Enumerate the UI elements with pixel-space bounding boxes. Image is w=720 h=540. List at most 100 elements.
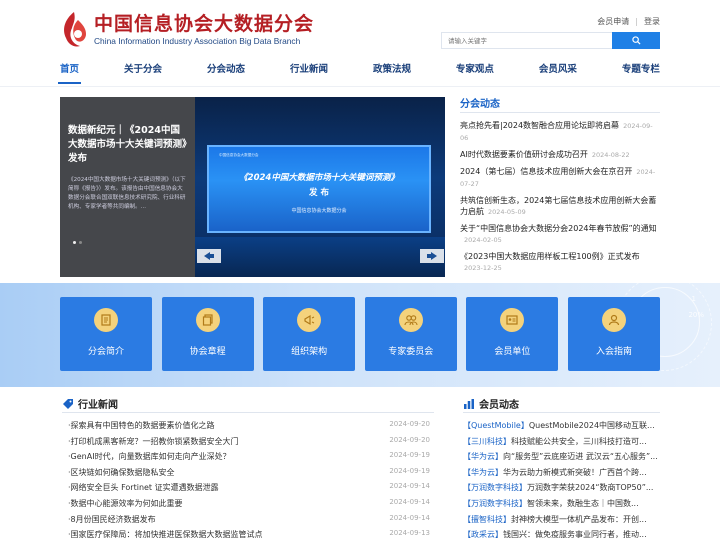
member-tag[interactable]: 【政采云】: [463, 530, 503, 539]
news-title[interactable]: 万润数字荣获2024“数商TOP50”...: [527, 483, 653, 492]
nav-special[interactable]: 专题专栏: [612, 58, 670, 86]
nav-branch-news[interactable]: 分会动态: [197, 58, 255, 86]
nav-member[interactable]: 会员风采: [529, 58, 587, 86]
member-tag[interactable]: 【三川科技】: [463, 437, 511, 446]
industry-news-title[interactable]: 行业新闻: [78, 396, 118, 411]
branch-news-list: 亮点抢先看|2024数智融合应用论坛即将启幕 2024-09-06 AI时代数据要…: [460, 120, 660, 279]
list-item[interactable]: 【华为云】向“服务型”云底座迈进 武汉云“五心服务”...: [463, 451, 663, 467]
screen-header: 中国信息协会大数据分会: [219, 153, 259, 157]
nav-policy[interactable]: 政策法规: [363, 58, 421, 86]
list-item[interactable]: 亮点抢先看|2024数智融合应用论坛即将启幕 2024-09-06: [460, 120, 660, 144]
news-title[interactable]: 智领未来，数融生态｜中国数...: [527, 499, 639, 508]
list-item[interactable]: 【万润数字科技】万润数字荣获2024“数商TOP50”...: [463, 482, 663, 498]
list-item[interactable]: 共筑信创新生态，2024第七届信息技术应用创新大会蓄力启航 2024-05-09: [460, 195, 660, 218]
logo-flame-icon: [58, 10, 90, 50]
list-item[interactable]: ·打印机成黑客新宠？一招教你锁紧数据安全大门 2024-09-20: [68, 436, 430, 452]
nav-divider: [0, 86, 720, 87]
news-title[interactable]: 《2023中国大数据应用样板工程100例》正式发布: [460, 252, 640, 261]
list-item[interactable]: ·网络安全巨头 Fortinet 证实遭遇数据泄露 2024-09-14: [68, 482, 430, 498]
carousel-prev-button[interactable]: [197, 249, 221, 263]
list-item[interactable]: ·探索具有中国特色的数据要素价值化之路 2024-09-20: [68, 420, 430, 436]
card-expert-committee[interactable]: 专家委员会: [364, 297, 457, 371]
list-item[interactable]: 2024（第七届）信息技术应用创新大会在京召开 2024-07-27: [460, 166, 660, 190]
list-item[interactable]: 【华为云】华为云助力新模式新突破！广西首个跨...: [463, 467, 663, 483]
list-item[interactable]: ·8月份国民经济数据发布 2024-09-14: [68, 514, 430, 530]
news-title[interactable]: ·打印机成黑客新宠？一招教你锁紧数据安全大门: [68, 436, 239, 452]
news-title[interactable]: AI时代数据要素价值研讨会成功召开: [460, 150, 588, 159]
banner-title[interactable]: 数据新纪元｜《2024中国大数据市场十大关键词预测》发布: [68, 124, 187, 166]
carousel-dots[interactable]: [73, 241, 82, 244]
news-title[interactable]: 向“服务型”云底座迈进 武汉云“五心服务”...: [503, 452, 658, 461]
list-item[interactable]: 【QuestMobile】QuestMobile2024中国移动互联...: [463, 420, 663, 436]
list-item[interactable]: ·国家医疗保障局：将加快推进医保数据大数据监管试点 2024-09-13: [68, 529, 430, 540]
news-title[interactable]: ·探索具有中国特色的数据要素价值化之路: [68, 420, 215, 436]
banner-image[interactable]: 中国信息协会大数据分会 《2024中国大数据市场十大关键词预测》 发 布 中国信…: [195, 97, 445, 277]
news-title[interactable]: 科技赋能公共安全，三川科技打造可...: [511, 437, 647, 446]
banner-desc: 《2024中国大数据市场十大关键词预测》（以下简称《报告》）发布。该报告由中国信…: [68, 177, 186, 210]
card-member-units[interactable]: 会员单位: [466, 297, 559, 371]
carousel-dot[interactable]: [73, 241, 76, 244]
member-news-title[interactable]: 会员动态: [479, 396, 519, 411]
card-join-guide[interactable]: 入会指南: [567, 297, 660, 371]
list-item[interactable]: 关于“中国信息协会大数据分会2024年春节放假”的通知 2024-02-05: [460, 223, 660, 246]
news-title[interactable]: ·国家医疗保障局：将加快推进医保数据大数据监管试点: [68, 529, 263, 540]
member-tag[interactable]: 【万润数字科技】: [463, 483, 527, 492]
site-logo[interactable]: 中国信息协会大数据分会 China Information Industry A…: [58, 10, 314, 50]
list-item[interactable]: ·GenAI时代，向量数据库如何走向产业深处？ 2024-09-19: [68, 451, 430, 467]
industry-news-header: 行业新闻: [62, 395, 434, 413]
news-title[interactable]: 钱国兴：做免疫服务事业同行者，推动...: [503, 530, 647, 539]
news-title[interactable]: 2024（第七届）信息技术应用创新大会在京召开: [460, 167, 632, 176]
member-news-list: 【QuestMobile】QuestMobile2024中国移动互联... 【三…: [463, 420, 663, 540]
branch-news-title[interactable]: 分会动态: [460, 99, 500, 110]
member-tag[interactable]: 【QuestMobile】: [463, 421, 529, 430]
news-title[interactable]: ·数据中心能源效率为何如此重要: [68, 498, 183, 514]
news-title[interactable]: ·区块链如何确保数据隐私安全: [68, 467, 175, 483]
list-item[interactable]: 【擅智科技】封神榜大模型一体机产品发布：开创...: [463, 514, 663, 530]
nav-expert[interactable]: 专家观点: [446, 58, 504, 86]
list-item[interactable]: AI时代数据要素价值研讨会成功召开 2024-08-22: [460, 149, 660, 161]
member-tag[interactable]: 【华为云】: [463, 468, 503, 477]
news-title[interactable]: ·GenAI时代，向量数据库如何走向产业深处？: [68, 451, 231, 467]
news-date: 2024-02-05: [464, 236, 502, 244]
news-title[interactable]: 亮点抢先看|2024数智融合应用论坛即将启幕: [460, 121, 619, 130]
list-item[interactable]: 【政采云】钱国兴：做免疫服务事业同行者，推动...: [463, 529, 663, 540]
card-org-structure[interactable]: 组织架构: [263, 297, 356, 371]
news-date: 2024-09-19: [389, 466, 430, 475]
stage-floor: [195, 237, 445, 277]
member-tag[interactable]: 【华为云】: [463, 452, 503, 461]
news-date: 2024-08-22: [591, 151, 630, 159]
news-date: 2024-05-09: [488, 208, 526, 216]
nav-about[interactable]: 关于分会: [114, 58, 172, 86]
list-item[interactable]: 【三川科技】科技赋能公共安全，三川科技打造可...: [463, 436, 663, 452]
card-intro[interactable]: 分会简介: [60, 297, 152, 371]
banner-carousel[interactable]: 数据新纪元｜《2024中国大数据市场十大关键词预测》发布 《2024中国大数据市…: [60, 97, 445, 277]
news-title[interactable]: QuestMobile2024中国移动互联...: [529, 421, 655, 430]
news-title[interactable]: ·网络安全巨头 Fortinet 证实遭遇数据泄露: [68, 482, 219, 498]
member-news-header: 会员动态: [463, 395, 660, 413]
news-title[interactable]: 华为云助力新模式新突破！广西首个跨...: [503, 468, 647, 477]
list-item[interactable]: 《2023中国大数据应用样板工程100例》正式发布 2023-12-25: [460, 251, 660, 274]
carousel-dot[interactable]: [79, 241, 82, 244]
list-item[interactable]: ·区块链如何确保数据隐私安全 2024-09-19: [68, 467, 430, 483]
login-link[interactable]: 登录: [644, 16, 660, 27]
nav-industry-news[interactable]: 行业新闻: [280, 58, 338, 86]
news-title[interactable]: 封神榜大模型一体机产品发布：开创...: [511, 515, 647, 524]
search-input[interactable]: [441, 32, 612, 49]
news-title[interactable]: 关于“中国信息协会大数据分会2024年春节放假”的通知: [460, 224, 657, 233]
main-nav: 首页 关于分会 分会动态 行业新闻 政策法规 专家观点 会员风采 专题专栏: [50, 58, 670, 86]
banner-caption: 数据新纪元｜《2024中国大数据市场十大关键词预测》发布 《2024中国大数据市…: [60, 97, 195, 277]
search-button[interactable]: [612, 32, 660, 49]
list-item[interactable]: 【万润数字科技】智领未来，数融生态｜中国数...: [463, 498, 663, 514]
quick-link-cards: 分会简介 协会章程 组织架构 专家委员会 会员单位 入会指南: [60, 297, 660, 371]
list-item[interactable]: ·数据中心能源效率为何如此重要 2024-09-14: [68, 498, 430, 514]
card-label: 会员单位: [494, 347, 531, 357]
card-charter[interactable]: 协会章程: [161, 297, 254, 371]
carousel-next-button[interactable]: [420, 249, 444, 263]
screen-title: 《2024中国大数据市场十大关键词预测》: [239, 173, 399, 183]
member-tag[interactable]: 【万润数字科技】: [463, 499, 527, 508]
news-title[interactable]: ·8月份国民经济数据发布: [68, 514, 156, 530]
member-apply-link[interactable]: 会员申请: [597, 16, 629, 27]
news-date: 2023-12-25: [464, 264, 502, 272]
member-tag[interactable]: 【擅智科技】: [463, 515, 511, 524]
nav-home[interactable]: 首页: [50, 58, 89, 86]
